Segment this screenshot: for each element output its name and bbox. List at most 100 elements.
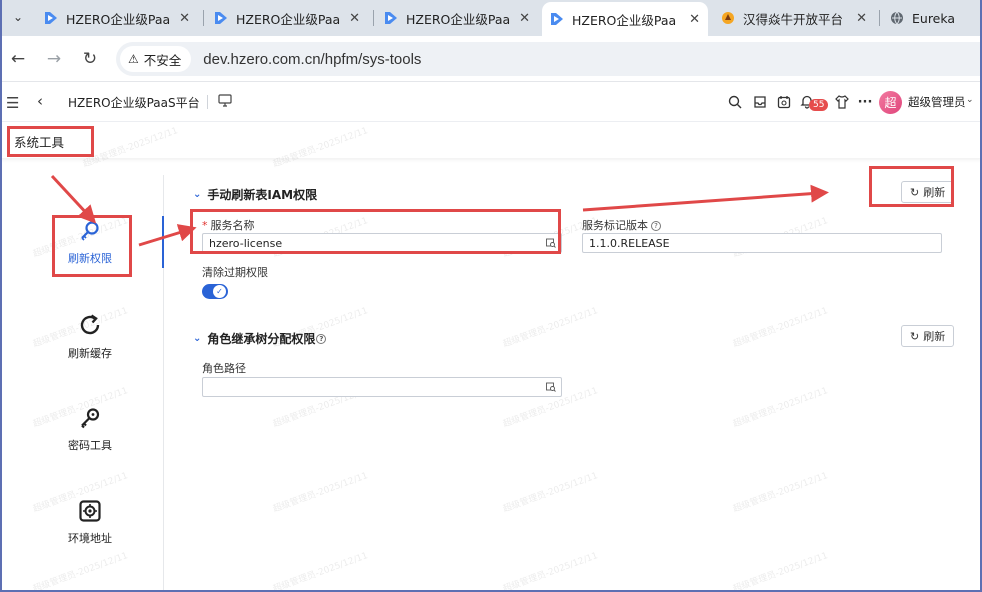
inbox-icon[interactable] bbox=[752, 94, 768, 110]
security-label: 不安全 bbox=[143, 52, 182, 68]
tab-title: HZERO企业级Paa bbox=[406, 11, 511, 27]
user-name[interactable]: 超级管理员 bbox=[908, 94, 966, 110]
tab-divider bbox=[373, 10, 374, 26]
sidebar-item-label: 刷新缓存 bbox=[68, 347, 112, 360]
tab-title: HZERO企业级Paa bbox=[236, 11, 341, 27]
security-indicator[interactable]: ⚠ 不安全 bbox=[120, 46, 192, 72]
service-version-input[interactable]: 1.1.0.RELEASE bbox=[582, 233, 942, 253]
role-path-input[interactable] bbox=[202, 377, 562, 397]
watermark: 超级管理员-2025/12/11 bbox=[731, 306, 830, 350]
annotation-arrow bbox=[50, 174, 97, 224]
browser-tab-strip: ⌄ HZERO企业级Paa ✕ HZERO企业级Paa ✕ HZERO企业级Pa… bbox=[0, 0, 982, 36]
help-wrapper: ? bbox=[316, 332, 327, 345]
globe-icon bbox=[891, 11, 903, 25]
watermark: 超级管理员-2025/12/11 bbox=[731, 471, 830, 515]
close-icon[interactable]: ✕ bbox=[856, 11, 867, 26]
url-text[interactable]: dev.hzero.com.cn/hpfm/sys-tools bbox=[203, 51, 421, 68]
hand-favicon-icon bbox=[722, 12, 734, 24]
chevron-down-icon: ⌄ bbox=[12, 10, 24, 24]
close-icon[interactable]: ✕ bbox=[179, 11, 190, 26]
service-version-label: 服务标记版本? bbox=[582, 217, 661, 233]
service-name-label: * 服务名称 bbox=[202, 217, 255, 233]
tab-divider bbox=[203, 10, 204, 26]
label-text: 服务标记版本 bbox=[582, 219, 648, 232]
input-value: hzero-license bbox=[209, 236, 283, 250]
warning-icon: ⚠ bbox=[128, 52, 139, 66]
back-arrow-icon[interactable]: ← bbox=[6, 47, 30, 71]
sidebar-item-refresh-cache[interactable]: 刷新缓存 bbox=[40, 313, 140, 361]
back-chevron-icon[interactable]: ‹ bbox=[37, 92, 43, 110]
page-tab-system-tools[interactable]: 系统工具 bbox=[14, 132, 64, 151]
page-tab-bar bbox=[0, 122, 982, 158]
annotation-arrow bbox=[582, 184, 829, 212]
section-header-iam[interactable]: ⌄ 手动刷新表IAM权限 bbox=[193, 186, 317, 203]
sidebar-active-indicator bbox=[162, 216, 164, 268]
section-title: 角色继承树分配权限 bbox=[207, 332, 316, 346]
sidebar-item-label: 环境地址 bbox=[68, 532, 112, 545]
tab-divider bbox=[879, 10, 880, 26]
refresh-iam-button[interactable]: ↻ 刷新 bbox=[901, 181, 955, 203]
shirt-icon[interactable] bbox=[834, 94, 850, 110]
lookup-icon[interactable] bbox=[546, 382, 556, 392]
menu-icon[interactable]: ☰ bbox=[6, 94, 19, 112]
key-icon bbox=[81, 408, 100, 429]
label-text: 服务名称 bbox=[210, 219, 255, 232]
address-bar[interactable]: ⚠ 不安全 dev.hzero.com.cn/hpfm/sys-tools bbox=[116, 42, 982, 76]
lookup-icon[interactable] bbox=[546, 238, 556, 248]
tab-title: HZERO企业级Paa bbox=[66, 11, 171, 27]
help-icon[interactable]: ? bbox=[316, 334, 327, 344]
hzero-favicon-icon bbox=[215, 12, 227, 24]
sidebar-item-password-tool[interactable]: 密码工具 bbox=[40, 407, 140, 453]
chevron-down-icon: ⌄ bbox=[193, 333, 202, 344]
tab-title: 汉得焱牛开放平台 bbox=[743, 11, 844, 27]
sidebar-item-label: 密码工具 bbox=[68, 439, 112, 452]
more-icon[interactable]: ··· bbox=[857, 92, 873, 112]
close-icon[interactable]: ✕ bbox=[519, 11, 530, 26]
check-icon: ✓ bbox=[213, 285, 226, 298]
sidebar-item-label: 刷新权限 bbox=[68, 252, 112, 265]
screen-icon[interactable] bbox=[218, 93, 232, 107]
help-icon[interactable]: ? bbox=[651, 221, 661, 231]
watermark: 超级管理员-2025/12/11 bbox=[31, 551, 130, 592]
watermark: 超级管理员-2025/12/11 bbox=[731, 551, 830, 592]
watermark: 超级管理员-2025/12/11 bbox=[501, 551, 600, 592]
refresh-role-button[interactable]: ↻ 刷新 bbox=[901, 325, 955, 347]
browser-tab[interactable]: HZERO企业级Paa ✕ bbox=[36, 4, 198, 32]
section-header-role[interactable]: ⌄ 角色继承树分配权限 ? bbox=[193, 330, 327, 347]
avatar[interactable]: 超 bbox=[879, 91, 902, 114]
watermark: 超级管理员-2025/12/11 bbox=[501, 471, 600, 515]
browser-tab[interactable]: 汉得焱牛开放平台 ✕ bbox=[713, 4, 875, 32]
watermark: 超级管理员-2025/12/11 bbox=[271, 471, 370, 515]
close-icon[interactable]: ✕ bbox=[349, 11, 360, 26]
environment-icon bbox=[79, 500, 101, 522]
browser-tab[interactable]: HZERO企业级Paa ✕ bbox=[206, 4, 368, 32]
browser-tab-active[interactable]: HZERO企业级Paa ✕ bbox=[542, 2, 708, 36]
close-icon[interactable]: ✕ bbox=[689, 12, 700, 27]
browser-tab[interactable]: Eureka bbox=[882, 4, 982, 32]
tab-title: HZERO企业级Paa bbox=[572, 12, 677, 28]
forward-arrow-icon[interactable]: → bbox=[42, 47, 66, 71]
section-title: 手动刷新表IAM权限 bbox=[207, 188, 318, 202]
refresh-icon bbox=[80, 314, 100, 335]
tab-search-dropdown[interactable]: ⌄ bbox=[6, 5, 30, 29]
search-icon[interactable] bbox=[727, 94, 743, 110]
sidebar-item-refresh-permission[interactable]: 刷新权限 bbox=[40, 220, 140, 266]
refresh-icon: ↻ bbox=[910, 329, 920, 343]
hzero-favicon-icon bbox=[385, 12, 397, 24]
search-key-icon bbox=[81, 221, 99, 241]
hzero-favicon-icon bbox=[551, 13, 563, 25]
chevron-down-icon[interactable]: ⌄ bbox=[966, 95, 974, 105]
sidebar-item-environment-address[interactable]: 环境地址 bbox=[40, 500, 140, 546]
watermark: 超级管理员-2025/12/11 bbox=[271, 551, 370, 592]
browser-tab[interactable]: HZERO企业级Paa ✕ bbox=[376, 4, 538, 32]
tab-title: Eureka bbox=[912, 10, 956, 26]
header-divider bbox=[207, 95, 208, 109]
browser-toolbar: ← → ↻ ⚠ 不安全 dev.hzero.com.cn/hpfm/sys-to… bbox=[0, 36, 982, 82]
refresh-icon: ↻ bbox=[910, 185, 920, 199]
reload-icon[interactable]: ↻ bbox=[78, 47, 102, 71]
service-name-input[interactable]: hzero-license bbox=[202, 233, 562, 253]
clear-expired-toggle[interactable]: ✓ bbox=[202, 284, 228, 299]
calendar-icon[interactable] bbox=[776, 94, 792, 110]
app-title: HZERO企业级PaaS平台 bbox=[68, 96, 200, 110]
button-label: 刷新 bbox=[923, 330, 946, 343]
